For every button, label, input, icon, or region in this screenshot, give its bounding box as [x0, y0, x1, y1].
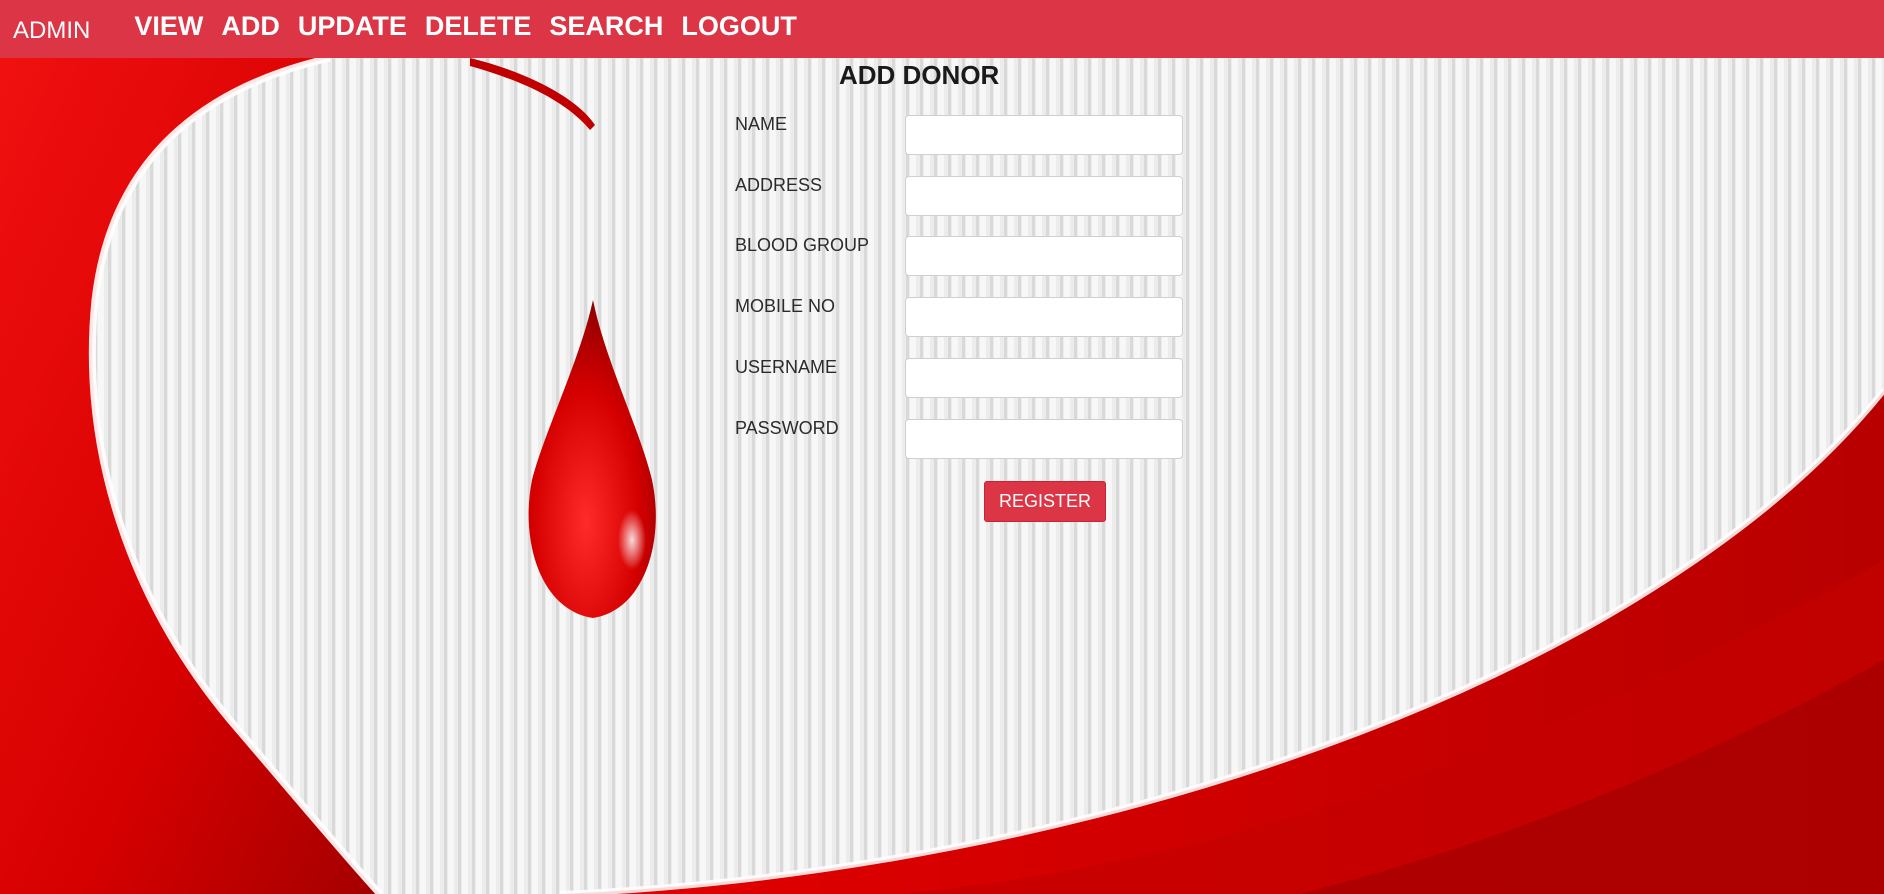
name-input[interactable]: [905, 115, 1183, 155]
username-input[interactable]: [905, 358, 1183, 398]
form-title: ADD DONOR: [839, 60, 1000, 90]
nav-delete-link[interactable]: DELETE: [425, 11, 532, 42]
nav-view-link[interactable]: VIEW: [134, 11, 203, 42]
blood-group-input[interactable]: [905, 236, 1183, 276]
username-label: USERNAME: [735, 357, 838, 377]
blood-group-label: BLOOD GROUP: [735, 235, 870, 255]
password-input[interactable]: [905, 419, 1183, 459]
register-button[interactable]: REGISTER: [984, 481, 1106, 522]
name-label: NAME: [735, 114, 788, 134]
brand-admin[interactable]: ADMIN: [13, 17, 90, 45]
address-input[interactable]: [905, 176, 1183, 216]
nav-update-link[interactable]: UPDATE: [298, 11, 407, 42]
password-label: PASSWORD: [735, 418, 839, 438]
top-navbar: ADMIN VIEW ADD UPDATE DELETE SEARCH LOGO…: [0, 0, 1884, 58]
nav-links: VIEW ADD UPDATE DELETE SEARCH LOGOUT: [134, 11, 815, 42]
nav-search-link[interactable]: SEARCH: [549, 11, 663, 42]
address-label: ADDRESS: [735, 175, 823, 195]
mobile-no-input[interactable]: [905, 297, 1183, 337]
mobile-no-label: MOBILE NO: [735, 296, 836, 316]
page: ADMIN VIEW ADD UPDATE DELETE SEARCH LOGO…: [0, 0, 1884, 894]
nav-logout-link[interactable]: LOGOUT: [681, 11, 797, 42]
nav-add-link[interactable]: ADD: [221, 11, 280, 42]
